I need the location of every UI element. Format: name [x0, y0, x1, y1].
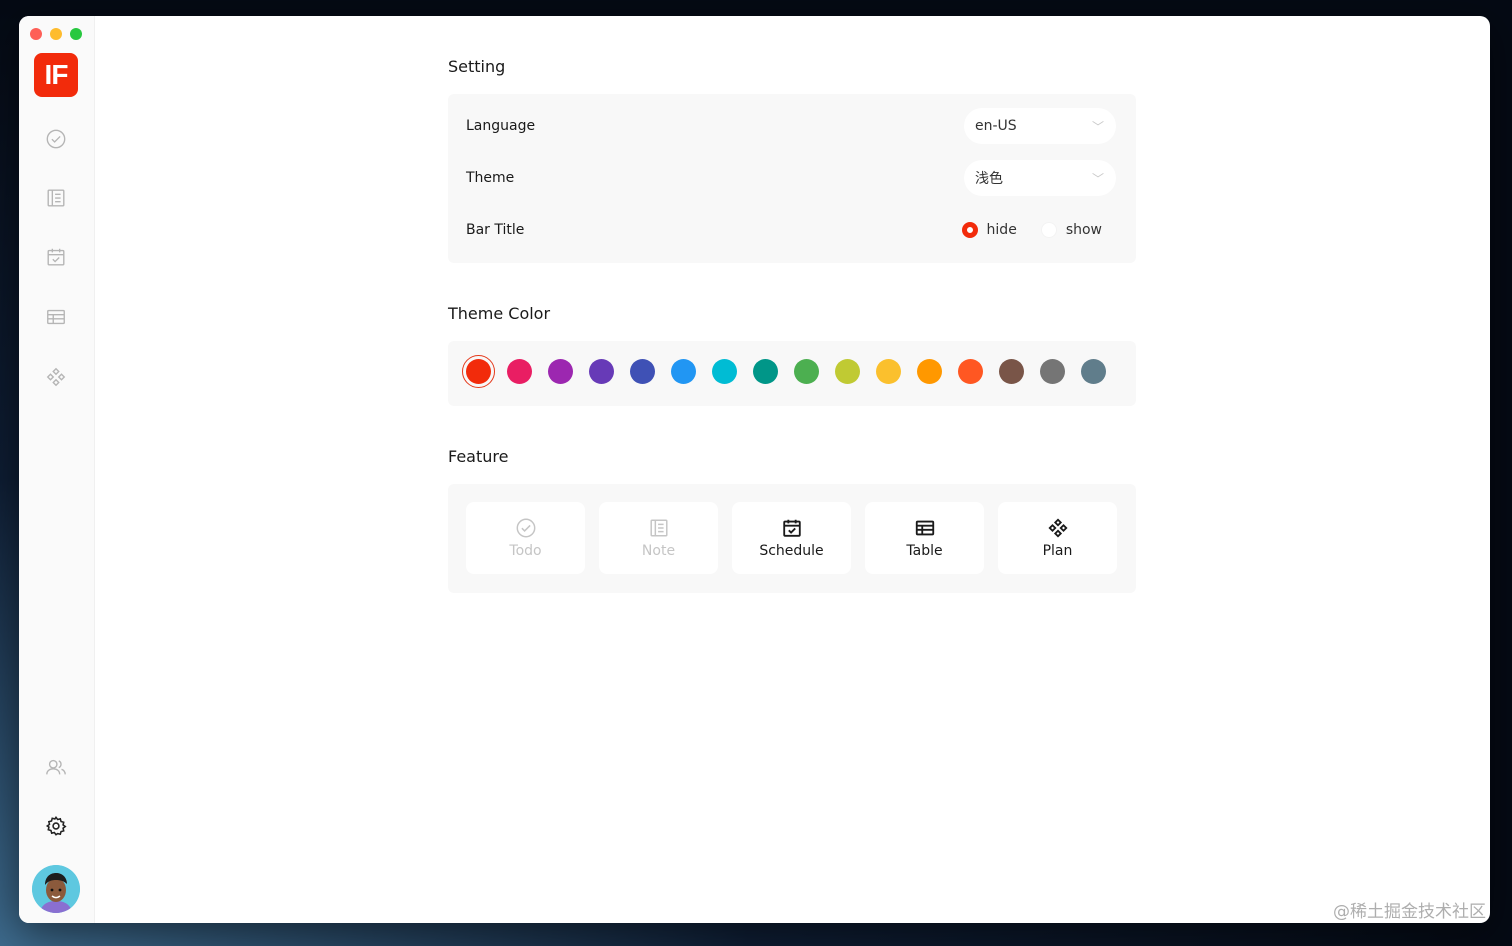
user-avatar-icon	[32, 865, 80, 913]
theme-select[interactable]: 浅色 ﹀	[964, 160, 1116, 196]
setting-card: Language en-US ﹀ Theme 浅色 ﹀ Bar Title hi…	[448, 94, 1136, 263]
bar-title-radio-hide[interactable]: hide	[961, 222, 1017, 238]
color-swatch[interactable]	[630, 359, 655, 384]
minimize-window-button[interactable]	[50, 28, 62, 40]
sidebar-item-note[interactable]	[44, 186, 68, 210]
color-swatch[interactable]	[1081, 359, 1106, 384]
color-swatch[interactable]	[1040, 359, 1065, 384]
feature-label: Todo	[509, 543, 542, 559]
close-window-button[interactable]	[30, 28, 42, 40]
chevron-down-icon: ﹀	[1091, 171, 1104, 186]
language-label: Language	[466, 118, 536, 134]
app-window: IF Setting Language en-US ﹀ Theme 浅色 ﹀ B…	[19, 16, 1490, 923]
feature-label: Plan	[1042, 543, 1073, 559]
users-icon	[46, 759, 66, 775]
calendar-check-icon	[47, 248, 65, 266]
bar-title-radio-show[interactable]: show	[1040, 222, 1102, 238]
calendar-check-icon	[782, 519, 801, 537]
table-icon	[47, 309, 65, 325]
color-swatch[interactable]	[876, 359, 901, 384]
radio-dot	[1040, 222, 1057, 238]
feature-title: Feature	[448, 447, 509, 466]
color-swatch[interactable]	[958, 359, 983, 384]
color-swatch[interactable]	[794, 359, 819, 384]
watermark-text: @稀土掘金技术社区	[1333, 902, 1486, 922]
feature-schedule[interactable]: Schedule	[732, 502, 851, 574]
color-swatch[interactable]	[999, 359, 1024, 384]
theme-value: 浅色	[975, 171, 1003, 187]
color-swatch[interactable]	[753, 359, 778, 384]
feature-note[interactable]: Note	[599, 502, 718, 574]
theme-label: Theme	[466, 170, 515, 186]
maximize-window-button[interactable]	[70, 28, 82, 40]
color-swatch-list	[462, 355, 1106, 388]
feature-plan[interactable]: Plan	[998, 502, 1117, 574]
color-swatch[interactable]	[548, 359, 573, 384]
theme-color-title: Theme Color	[448, 304, 551, 323]
sidebar: IF	[19, 16, 95, 923]
language-select[interactable]: en-US ﹀	[964, 108, 1116, 144]
color-swatch[interactable]	[507, 359, 532, 384]
color-swatch[interactable]	[671, 359, 696, 384]
sidebar-item-todo[interactable]	[44, 127, 68, 151]
bar-title-row: Bar Title hide show	[466, 210, 1116, 250]
theme-row: Theme 浅色 ﹀	[466, 158, 1116, 198]
diamond-grid-icon	[1047, 518, 1068, 538]
gear-icon	[45, 815, 67, 836]
language-value: en-US	[975, 118, 1017, 134]
feature-list: Todo Note Schedule Table Plan	[466, 502, 1117, 574]
sidebar-item-schedule[interactable]	[44, 245, 68, 269]
avatar[interactable]	[32, 865, 80, 913]
sidebar-item-users[interactable]	[44, 755, 68, 779]
feature-label: Schedule	[759, 543, 824, 559]
color-swatch[interactable]	[835, 359, 860, 384]
color-swatch[interactable]	[917, 359, 942, 384]
note-icon	[47, 189, 65, 207]
note-icon	[649, 519, 668, 537]
color-swatch[interactable]	[589, 359, 614, 384]
radio-label-show: show	[1065, 222, 1102, 238]
setting-title: Setting	[448, 57, 506, 76]
check-circle-icon	[46, 129, 66, 149]
radio-dot-selected	[961, 222, 978, 238]
sidebar-item-plan[interactable]	[44, 365, 68, 389]
feature-todo[interactable]: Todo	[466, 502, 585, 574]
sidebar-item-settings[interactable]	[44, 814, 68, 838]
feature-table[interactable]: Table	[865, 502, 984, 574]
language-row: Language en-US ﹀	[466, 106, 1116, 146]
check-circle-icon	[516, 518, 535, 538]
feature-card: Todo Note Schedule Table Plan	[448, 484, 1136, 593]
color-swatch[interactable]	[462, 355, 495, 388]
radio-label-hide: hide	[986, 222, 1017, 238]
diamond-grid-icon	[46, 367, 66, 387]
sidebar-item-table[interactable]	[44, 305, 68, 329]
theme-color-card	[448, 341, 1136, 406]
bar-title-radio-group: hide show	[950, 222, 1102, 238]
feature-label: Table	[906, 543, 943, 559]
chevron-down-icon: ﹀	[1091, 119, 1104, 134]
app-logo: IF	[34, 53, 78, 97]
color-swatch[interactable]	[712, 359, 737, 384]
traffic-lights	[30, 28, 82, 40]
bar-title-label: Bar Title	[466, 222, 525, 238]
feature-label: Note	[641, 543, 676, 559]
table-icon	[915, 520, 934, 536]
